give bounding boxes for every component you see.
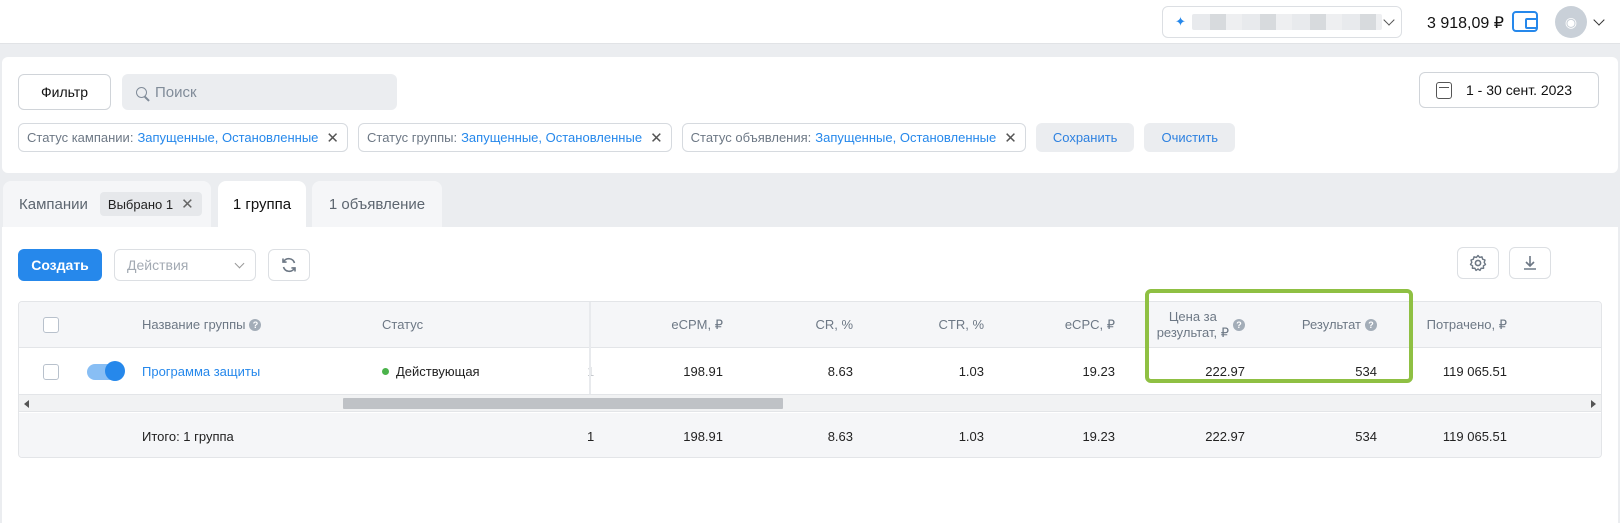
group-toggle[interactable] [87, 360, 125, 381]
total-spent: 119 065.51 [1442, 428, 1507, 444]
cell-ecpc: 19.23 [1082, 364, 1115, 379]
header-ctr[interactable]: CTR, % [889, 302, 985, 347]
selected-badge: Выбрано 1 ✕ [99, 192, 202, 216]
header-ecpm[interactable]: eCPM, ₽ [619, 302, 723, 347]
tab-campaigns[interactable]: Кампании Выбрано 1 ✕ [3, 181, 211, 227]
group-name-link[interactable]: Программа защиты [142, 349, 260, 394]
calendar-icon [1436, 81, 1452, 99]
filter-chips: Статус кампании: Запущенные, Остановленн… [18, 123, 1236, 153]
cell-ctr: 1.03 [958, 364, 984, 379]
scroll-left-icon[interactable] [24, 400, 29, 408]
account-selector[interactable]: ✦ [1162, 6, 1402, 38]
sparkle-icon: ✦ [1175, 14, 1186, 29]
top-bar: ✦ 3 918,09 ₽ ◉ [0, 0, 1620, 44]
balance: 3 918,09 ₽ [1427, 15, 1504, 32]
camera-icon: ◉ [1564, 13, 1578, 30]
wallet-icon[interactable] [1512, 11, 1538, 32]
total-label: Итого: 1 группа [142, 428, 234, 444]
search-box[interactable] [122, 74, 397, 110]
cell-ecpm: 198.91 [683, 364, 723, 379]
create-button[interactable]: Создать [18, 249, 102, 281]
close-icon[interactable]: ✕ [326, 129, 339, 147]
search-input[interactable] [155, 83, 375, 101]
total-ctr: 1.03 [958, 428, 984, 444]
column-divider [589, 302, 591, 394]
filter-panel: Фильтр 1 - 30 сент. 2023 Статус кампании… [2, 57, 1618, 173]
close-icon[interactable]: ✕ [650, 129, 663, 147]
cell-spent: 119 065.51 [1442, 364, 1507, 379]
date-range-label: 1 - 30 сент. 2023 [1466, 82, 1572, 98]
help-icon[interactable]: ? [1365, 318, 1377, 331]
avatar[interactable]: ◉ [1555, 6, 1587, 38]
scroll-right-icon[interactable] [1591, 400, 1596, 408]
header-name: Название группы? [142, 302, 262, 347]
settings-button[interactable] [1457, 247, 1499, 279]
total-ecpm: 198.91 [683, 428, 723, 444]
chip-ad-status[interactable]: Статус объявления: Запущенные, Остановле… [681, 123, 1026, 152]
help-icon[interactable]: ? [249, 318, 262, 331]
table-total-row: Итого: 1 группа 1 198.91 8.63 1.03 19.23… [19, 413, 1601, 457]
header-status: Статус [382, 317, 424, 332]
account-name-blurred [1191, 14, 1382, 30]
download-button[interactable] [1509, 247, 1551, 279]
total-hidden-column: 1 [587, 428, 595, 444]
chevron-down-icon [234, 258, 245, 269]
tab-ads[interactable]: 1 объявление [312, 181, 442, 227]
date-range-button[interactable]: 1 - 30 сент. 2023 [1419, 72, 1599, 108]
cell-cost-per-result: 222.97 [1205, 364, 1245, 379]
scroll-thumb[interactable] [343, 398, 783, 409]
close-icon[interactable]: ✕ [1004, 129, 1017, 147]
filter-button[interactable]: Фильтр [18, 74, 111, 110]
horizontal-scrollbar[interactable] [19, 394, 1601, 412]
status-dot [382, 368, 389, 375]
chip-group-status[interactable]: Статус группы: Запущенные, Остановленные… [358, 123, 672, 152]
download-icon [1524, 256, 1536, 270]
clear-filters-button[interactable]: Очистить [1144, 123, 1236, 152]
chevron-down-icon[interactable] [1593, 14, 1605, 26]
header-cost-per-result[interactable]: Цена за результат, ₽ ? [1139, 302, 1245, 347]
save-filters-button[interactable]: Сохранить [1035, 123, 1135, 152]
header-cr[interactable]: CR, % [759, 302, 853, 347]
tab-groups[interactable]: 1 группа [218, 181, 306, 227]
header-spent[interactable]: Потрачено, ₽ [1409, 302, 1507, 347]
header-ecpc[interactable]: eCPC, ₽ [1019, 302, 1115, 347]
main-panel: Создать Действия Название группы? Статус… [2, 227, 1618, 523]
table-header: Название группы? Статус eCPM, ₽ CR, % CT… [19, 302, 1601, 348]
total-cost-per-result: 222.97 [1205, 428, 1245, 444]
refresh-button[interactable] [268, 249, 310, 281]
header-result[interactable]: Результат? [1279, 302, 1377, 347]
help-icon[interactable]: ? [1233, 318, 1245, 331]
row-checkbox[interactable] [43, 363, 59, 380]
cell-result: 534 [1355, 364, 1377, 379]
total-ecpc: 19.23 [1082, 428, 1115, 444]
chip-campaign-status[interactable]: Статус кампании: Запущенные, Остановленн… [18, 123, 348, 152]
groups-table: Название группы? Статус eCPM, ₽ CR, % CT… [18, 301, 1602, 458]
refresh-icon [282, 257, 296, 273]
actions-dropdown[interactable]: Действия [114, 249, 256, 281]
close-icon[interactable]: ✕ [181, 195, 194, 213]
status-cell: Действующая [382, 349, 480, 394]
total-result: 534 [1355, 428, 1377, 444]
search-icon [136, 86, 147, 98]
chevron-down-icon [1383, 14, 1395, 26]
total-cr: 8.63 [827, 428, 853, 444]
gear-icon [1469, 254, 1487, 272]
table-row: Программа защиты Действующая 1 198.91 8.… [19, 349, 1601, 394]
select-all-checkbox[interactable] [43, 316, 59, 333]
cell-cr: 8.63 [827, 364, 853, 379]
